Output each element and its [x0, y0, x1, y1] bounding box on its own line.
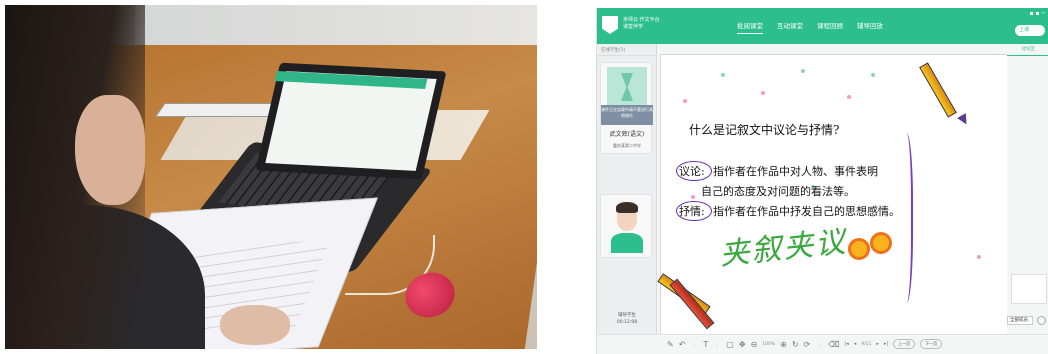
- handwritten-annotation: 夹叙夹议: [717, 224, 849, 273]
- crayon-tip: [957, 113, 971, 127]
- app-topbar: 京师云·作文平台 课堂伴学 批阅课堂 互动课堂 课程回顾 辅导回放 ▪ ▪ ─ …: [597, 8, 1048, 44]
- move-icon[interactable]: ✥: [739, 340, 746, 349]
- emoji-icon[interactable]: [1037, 316, 1046, 325]
- toolbar-icons: ✎ ↶ ⋮ T ⋮ ▢ ✥ ⊖ 100% ⊕ ↻ ⟳ ⋮ ⌫ |◂ ◂ 9/11…: [667, 339, 943, 349]
- logo-text-line1: 京师云·作文平台: [623, 17, 660, 23]
- zoom-out-icon[interactable]: ⊖: [751, 340, 758, 349]
- right-discussion-panel: 讨论区 全部成员: [1007, 44, 1048, 334]
- student-timer: 00:12:08: [616, 320, 638, 325]
- teacher-video-card: 课件正在加载中请不要进行其他操作 武文辉(语文) 重庆某第二中学: [600, 62, 653, 154]
- separator: ⋮: [815, 339, 824, 349]
- flower-sticker: [851, 241, 867, 257]
- photo-student-hand: [220, 305, 290, 345]
- loading-overlay-text: 课件正在加载中请不要进行其他操作: [601, 105, 653, 125]
- hourglass-icon: [621, 73, 633, 101]
- page-indicator: 9/11: [861, 341, 872, 347]
- prev-page-icon[interactable]: ◂: [854, 341, 857, 347]
- student-video-card: [600, 194, 652, 258]
- photo-student-face: [75, 95, 145, 205]
- whiteboard-toolbar: ✎ ↶ ⋮ T ⋮ ▢ ✥ ⊖ 100% ⊕ ↻ ⟳ ⋮ ⌫ |◂ ◂ 9/11…: [597, 334, 1048, 354]
- decor-dot: [847, 95, 851, 99]
- class-toggle[interactable]: 上课: [1015, 25, 1045, 36]
- argument-definition-cont: 自己的态度及对问题的看法等。: [701, 185, 855, 198]
- lyric-definition: 指作者在作品中抒发自己的思想感情。: [713, 205, 900, 218]
- member-select[interactable]: 全部成员: [1007, 316, 1033, 325]
- first-page-icon[interactable]: |◂: [845, 341, 849, 347]
- window-controls[interactable]: ▪ ▪ ─: [1029, 10, 1045, 17]
- decor-dot: [801, 69, 805, 73]
- avatar-hair: [616, 202, 638, 213]
- left-participant-panel: 在线学生(1) 课件正在加载中请不要进行其他操作 武文辉(语文) 重庆某第二中学…: [597, 44, 657, 346]
- app-logo-text: 京师云·作文平台 课堂伴学: [623, 17, 683, 31]
- classroom-app-window: 京师云·作文平台 课堂伴学 批阅课堂 互动课堂 课程回顾 辅导回放 ▪ ▪ ─ …: [596, 8, 1048, 354]
- tab-discussion[interactable]: 讨论区: [1007, 46, 1048, 56]
- refresh-icon[interactable]: ⟳: [804, 340, 811, 349]
- whiteboard[interactable]: 什么是记叙文中议论与抒情? 议论: 指作者在作品中对人物、事件表明 自己的态度及…: [657, 54, 1008, 340]
- separator: ⋮: [713, 339, 722, 349]
- shape-icon[interactable]: ▢: [726, 340, 734, 349]
- composite-image: 京师云·作文平台 课堂伴学 批阅课堂 互动课堂 课程回顾 辅导回放 ▪ ▪ ─ …: [0, 0, 1048, 354]
- classroom-photo: [5, 5, 537, 349]
- rotate-icon[interactable]: ↻: [792, 340, 799, 349]
- zoom-in-icon[interactable]: ⊕: [780, 340, 787, 349]
- crayon-decoration: [919, 62, 957, 118]
- pen-icon[interactable]: ✎: [667, 340, 674, 349]
- next-page-button[interactable]: 下一页: [920, 339, 943, 349]
- student-status: 辅导学生 00:12:08: [597, 312, 657, 326]
- separator: ⋮: [690, 339, 699, 349]
- prev-page-button[interactable]: 上一页: [893, 339, 916, 349]
- main-nav: 批阅课堂 互动课堂 课程回顾 辅导回放: [737, 20, 883, 34]
- decor-dot: [683, 99, 687, 103]
- zoom-level: 100%: [762, 341, 776, 347]
- online-students-header: 在线学生(1): [597, 44, 656, 56]
- nav-tab-interactive-class[interactable]: 互动课堂: [777, 20, 803, 34]
- student-label: 辅导学生: [618, 313, 636, 318]
- flower-sticker: [873, 235, 889, 251]
- term-lyric: 抒情:: [679, 205, 705, 218]
- photo-cable-grommet: [155, 103, 285, 117]
- decor-dot: [691, 195, 695, 199]
- nav-tab-review-class[interactable]: 批阅课堂: [737, 20, 763, 34]
- board-title: 什么是记叙文中议论与抒情?: [689, 123, 840, 137]
- nav-tab-tutoring-replay[interactable]: 辅导回放: [857, 20, 883, 34]
- next-page-icon[interactable]: ▸: [876, 341, 879, 347]
- loading-placeholder: [607, 67, 647, 107]
- decor-dot: [721, 73, 725, 77]
- app-logo-icon: [602, 16, 618, 34]
- chat-input[interactable]: [1011, 274, 1047, 304]
- nav-tab-course-review[interactable]: 课程回顾: [817, 20, 843, 34]
- delete-icon[interactable]: ⌫: [828, 340, 839, 349]
- logo-text-line2: 课堂伴学: [623, 24, 644, 30]
- decor-dot: [871, 73, 875, 77]
- argument-definition: 指作者在作品中对人物、事件表明: [713, 165, 878, 178]
- avatar-body: [611, 233, 643, 253]
- teacher-name: 武文辉(语文): [609, 131, 645, 138]
- text-icon[interactable]: T: [703, 340, 708, 349]
- decor-dot: [761, 91, 765, 95]
- undo-icon[interactable]: ↶: [679, 340, 686, 349]
- decor-dot: [977, 255, 981, 259]
- teacher-school: 重庆某第二中学: [613, 143, 641, 148]
- term-argument: 议论:: [679, 165, 705, 178]
- last-page-icon[interactable]: ▸|: [884, 341, 888, 347]
